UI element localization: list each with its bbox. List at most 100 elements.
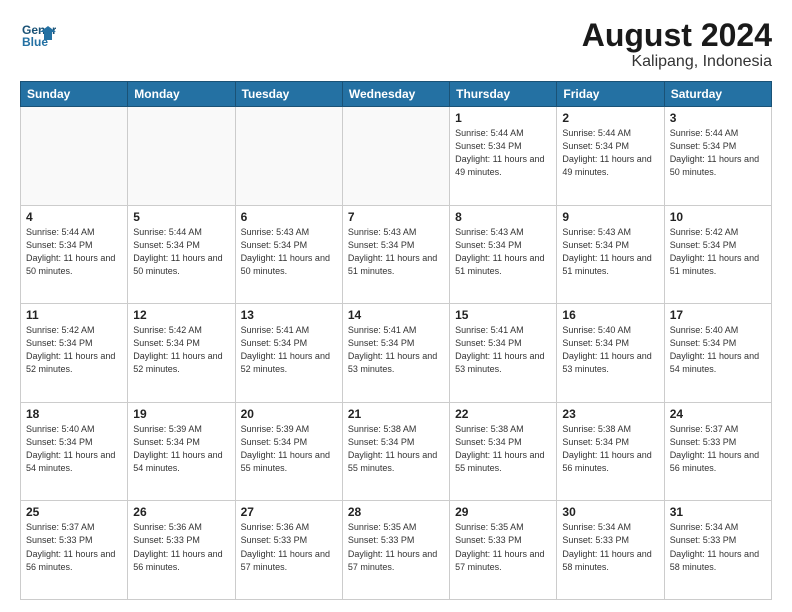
header-friday: Friday [557, 82, 664, 107]
table-row: 11 Sunrise: 5:42 AM Sunset: 5:34 PM Dayli… [21, 304, 128, 403]
table-row: 5 Sunrise: 5:44 AM Sunset: 5:34 PM Daylig… [128, 205, 235, 304]
day-number: 15 [455, 308, 551, 322]
day-number: 20 [241, 407, 337, 421]
day-info: Sunrise: 5:37 AM Sunset: 5:33 PM Dayligh… [26, 521, 122, 573]
table-row [342, 107, 449, 206]
table-row: 15 Sunrise: 5:41 AM Sunset: 5:34 PM Dayli… [450, 304, 557, 403]
table-row: 14Sunrise: 5:41 AM Sunset: 5:34 PM Dayli… [342, 304, 449, 403]
day-info: Sunrise: 5:35 AM Sunset: 5:33 PM Dayligh… [348, 521, 444, 573]
day-number: 7 [348, 210, 444, 224]
table-row: 25 Sunrise: 5:37 AM Sunset: 5:33 PM Dayli… [21, 501, 128, 600]
day-number: 31 [670, 505, 766, 519]
day-number: 14 [348, 308, 444, 322]
table-row: 24Sunrise: 5:37 AM Sunset: 5:33 PM Dayli… [664, 402, 771, 501]
day-info: Sunrise: 5:35 AM Sunset: 5:33 PM Dayligh… [455, 521, 551, 573]
header-monday: Monday [128, 82, 235, 107]
header-sunday: Sunday [21, 82, 128, 107]
calendar-subtitle: Kalipang, Indonesia [582, 53, 772, 71]
calendar-week-row: 25 Sunrise: 5:37 AM Sunset: 5:33 PM Dayli… [21, 501, 772, 600]
day-number: 24 [670, 407, 766, 421]
table-row: 23 Sunrise: 5:38 AM Sunset: 5:34 PM Dayli… [557, 402, 664, 501]
table-row: 20 Sunrise: 5:39 AM Sunset: 5:34 PM Dayli… [235, 402, 342, 501]
day-info: Sunrise: 5:34 AM Sunset: 5:33 PM Dayligh… [562, 521, 658, 573]
logo: General Blue [20, 18, 56, 54]
day-info: Sunrise: 5:36 AM Sunset: 5:33 PM Dayligh… [241, 521, 337, 573]
day-info: Sunrise: 5:38 AM Sunset: 5:34 PM Dayligh… [348, 423, 444, 475]
calendar-week-row: 11 Sunrise: 5:42 AM Sunset: 5:34 PM Dayli… [21, 304, 772, 403]
table-row: 29 Sunrise: 5:35 AM Sunset: 5:33 PM Dayli… [450, 501, 557, 600]
day-number: 23 [562, 407, 658, 421]
calendar-week-row: 18Sunrise: 5:40 AM Sunset: 5:34 PM Dayli… [21, 402, 772, 501]
table-row: 1 Sunrise: 5:44 AM Sunset: 5:34 PM Daylig… [450, 107, 557, 206]
table-row: 13 Sunrise: 5:41 AM Sunset: 5:34 PM Dayli… [235, 304, 342, 403]
table-row: 26 Sunrise: 5:36 AM Sunset: 5:33 PM Dayli… [128, 501, 235, 600]
day-number: 8 [455, 210, 551, 224]
calendar-table: Sunday Monday Tuesday Wednesday Thursday… [20, 81, 772, 600]
table-row: 3 Sunrise: 5:44 AM Sunset: 5:34 PM Daylig… [664, 107, 771, 206]
logo-icon: General Blue [20, 18, 56, 54]
day-info: Sunrise: 5:44 AM Sunset: 5:34 PM Dayligh… [133, 226, 229, 278]
day-number: 26 [133, 505, 229, 519]
table-row: 17Sunrise: 5:40 AM Sunset: 5:34 PM Dayli… [664, 304, 771, 403]
day-info: Sunrise: 5:40 AM Sunset: 5:34 PM Dayligh… [26, 423, 122, 475]
day-number: 11 [26, 308, 122, 322]
table-row: 9 Sunrise: 5:43 AM Sunset: 5:34 PM Daylig… [557, 205, 664, 304]
day-info: Sunrise: 5:40 AM Sunset: 5:34 PM Dayligh… [670, 324, 766, 376]
day-info: Sunrise: 5:42 AM Sunset: 5:34 PM Dayligh… [133, 324, 229, 376]
table-row: 10Sunrise: 5:42 AM Sunset: 5:34 PM Dayli… [664, 205, 771, 304]
day-info: Sunrise: 5:38 AM Sunset: 5:34 PM Dayligh… [562, 423, 658, 475]
day-info: Sunrise: 5:44 AM Sunset: 5:34 PM Dayligh… [455, 127, 551, 179]
day-number: 27 [241, 505, 337, 519]
day-number: 29 [455, 505, 551, 519]
day-info: Sunrise: 5:43 AM Sunset: 5:34 PM Dayligh… [241, 226, 337, 278]
day-number: 2 [562, 111, 658, 125]
day-number: 3 [670, 111, 766, 125]
day-info: Sunrise: 5:43 AM Sunset: 5:34 PM Dayligh… [455, 226, 551, 278]
day-info: Sunrise: 5:39 AM Sunset: 5:34 PM Dayligh… [241, 423, 337, 475]
table-row: 18Sunrise: 5:40 AM Sunset: 5:34 PM Dayli… [21, 402, 128, 501]
header-wednesday: Wednesday [342, 82, 449, 107]
day-number: 4 [26, 210, 122, 224]
day-number: 19 [133, 407, 229, 421]
calendar-header-row: Sunday Monday Tuesday Wednesday Thursday… [21, 82, 772, 107]
day-number: 22 [455, 407, 551, 421]
table-row: 4Sunrise: 5:44 AM Sunset: 5:34 PM Daylig… [21, 205, 128, 304]
table-row: 7 Sunrise: 5:43 AM Sunset: 5:34 PM Daylig… [342, 205, 449, 304]
day-number: 9 [562, 210, 658, 224]
day-info: Sunrise: 5:36 AM Sunset: 5:33 PM Dayligh… [133, 521, 229, 573]
day-info: Sunrise: 5:43 AM Sunset: 5:34 PM Dayligh… [348, 226, 444, 278]
day-number: 1 [455, 111, 551, 125]
day-number: 12 [133, 308, 229, 322]
day-info: Sunrise: 5:38 AM Sunset: 5:34 PM Dayligh… [455, 423, 551, 475]
day-info: Sunrise: 5:44 AM Sunset: 5:34 PM Dayligh… [562, 127, 658, 179]
table-row [128, 107, 235, 206]
calendar-week-row: 1 Sunrise: 5:44 AM Sunset: 5:34 PM Daylig… [21, 107, 772, 206]
day-number: 13 [241, 308, 337, 322]
day-number: 10 [670, 210, 766, 224]
table-row: 27 Sunrise: 5:36 AM Sunset: 5:33 PM Dayli… [235, 501, 342, 600]
day-info: Sunrise: 5:41 AM Sunset: 5:34 PM Dayligh… [455, 324, 551, 376]
table-row [235, 107, 342, 206]
day-info: Sunrise: 5:43 AM Sunset: 5:34 PM Dayligh… [562, 226, 658, 278]
day-number: 25 [26, 505, 122, 519]
title-block: August 2024 Kalipang, Indonesia [582, 18, 772, 71]
day-number: 6 [241, 210, 337, 224]
table-row: 28Sunrise: 5:35 AM Sunset: 5:33 PM Dayli… [342, 501, 449, 600]
table-row: 21Sunrise: 5:38 AM Sunset: 5:34 PM Dayli… [342, 402, 449, 501]
table-row: 31Sunrise: 5:34 AM Sunset: 5:33 PM Dayli… [664, 501, 771, 600]
day-number: 16 [562, 308, 658, 322]
calendar-title: August 2024 [582, 18, 772, 53]
day-info: Sunrise: 5:42 AM Sunset: 5:34 PM Dayligh… [26, 324, 122, 376]
day-number: 5 [133, 210, 229, 224]
page: General Blue August 2024 Kalipang, Indon… [0, 0, 792, 612]
calendar-week-row: 4 Sunrise: 5:44 AM Sunset: 5:34 PM Daylig… [21, 205, 772, 304]
table-row [21, 107, 128, 206]
header-saturday: Saturday [664, 82, 771, 107]
header-tuesday: Tuesday [235, 82, 342, 107]
table-row: 12 Sunrise: 5:42 AM Sunset: 5:34 PM Dayli… [128, 304, 235, 403]
day-info: Sunrise: 5:41 AM Sunset: 5:34 PM Dayligh… [241, 324, 337, 376]
table-row: 8 Sunrise: 5:43 AM Sunset: 5:34 PM Daylig… [450, 205, 557, 304]
header-thursday: Thursday [450, 82, 557, 107]
table-row: 2 Sunrise: 5:44 AM Sunset: 5:34 PM Daylig… [557, 107, 664, 206]
day-info: Sunrise: 5:44 AM Sunset: 5:34 PM Dayligh… [670, 127, 766, 179]
